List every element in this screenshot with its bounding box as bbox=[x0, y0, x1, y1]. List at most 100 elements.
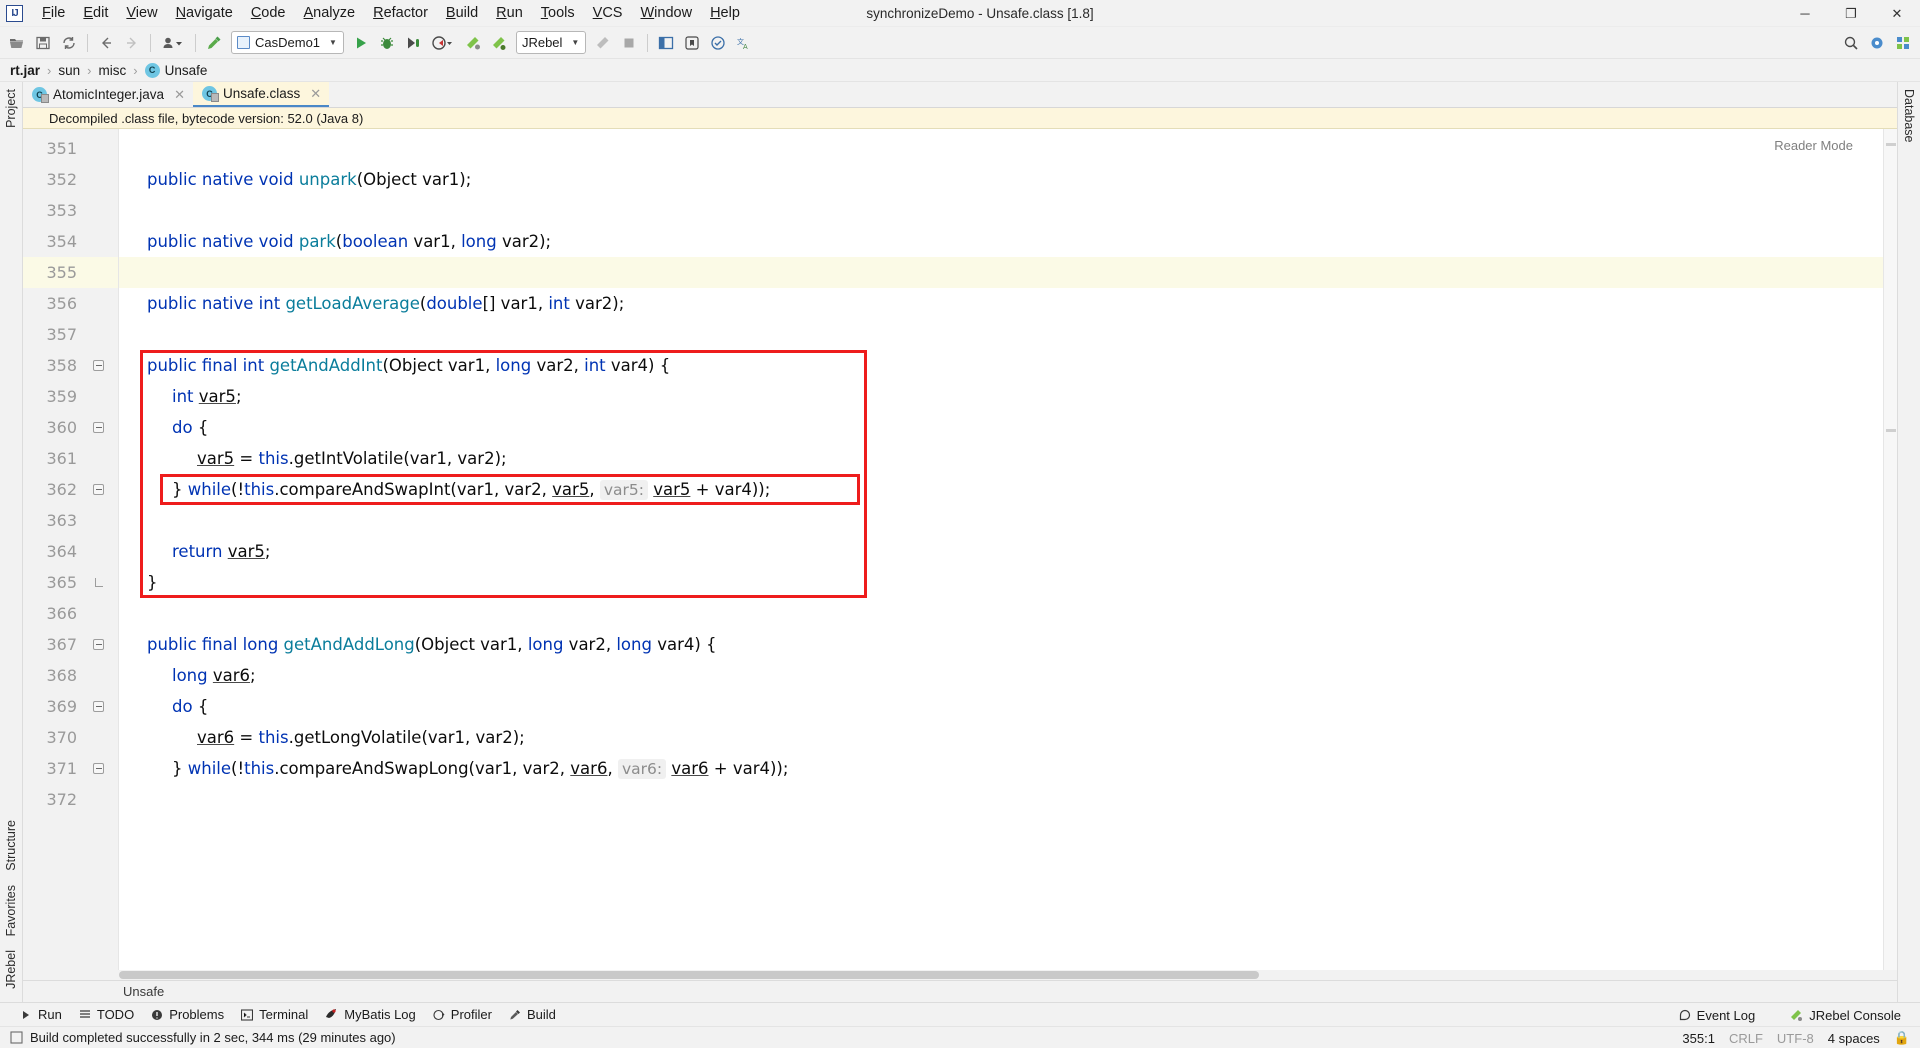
tool-window-terminal[interactable]: Terminal bbox=[235, 1005, 319, 1024]
code-fold-start-icon[interactable] bbox=[93, 422, 104, 433]
gutter-line-369[interactable]: 369 bbox=[23, 691, 118, 722]
lock-icon[interactable]: 🔒 bbox=[1894, 1030, 1910, 1046]
tool-window-todo[interactable]: TODO bbox=[73, 1005, 145, 1024]
sync-icon[interactable] bbox=[56, 30, 82, 56]
sidebar-item-database[interactable]: Database bbox=[1899, 82, 1919, 150]
reader-mode-label[interactable]: Reader Mode bbox=[1774, 138, 1853, 153]
editor-tab-unsafe[interactable]: C Unsafe.class ✕ bbox=[192, 82, 330, 107]
code-line-353[interactable] bbox=[119, 195, 1883, 226]
run-coverage-icon[interactable] bbox=[400, 30, 426, 56]
gutter-line-372[interactable]: 372 bbox=[23, 784, 118, 815]
code-line-371[interactable]: } while (! this .compareAndSwapLong(var1, v… bbox=[119, 753, 1883, 784]
code-line-368[interactable]: long var6; bbox=[119, 660, 1883, 691]
breadcrumb-item-misc[interactable]: misc bbox=[96, 63, 128, 78]
translate-icon[interactable]: 文A bbox=[731, 30, 757, 56]
gutter-line-366[interactable]: 366 bbox=[23, 598, 118, 629]
tool-window-mybatis-log[interactable]: MyBatis Log bbox=[319, 1005, 427, 1024]
gutter-line-351[interactable]: 351 bbox=[23, 133, 118, 164]
code-line-361[interactable]: var5 = this .getIntVolatile(var1, var2); bbox=[119, 443, 1883, 474]
gutter-line-371[interactable]: 371 bbox=[23, 753, 118, 784]
sidebar-item-favorites[interactable]: Favorites bbox=[1, 878, 21, 943]
close-icon[interactable]: ✕ bbox=[1874, 0, 1920, 27]
sidebar-item-jrebel[interactable]: JRebel bbox=[1, 943, 21, 996]
code-line-355[interactable] bbox=[119, 257, 1883, 288]
maximize-icon[interactable]: ❐ bbox=[1828, 0, 1874, 27]
indent-setting[interactable]: 4 spaces bbox=[1828, 1031, 1880, 1046]
settings-gear-icon[interactable] bbox=[1864, 30, 1890, 56]
forward-arrow-icon[interactable] bbox=[119, 30, 145, 56]
menu-item-refactor[interactable]: Refactor bbox=[364, 3, 437, 23]
jrebel-debug-icon[interactable] bbox=[486, 30, 512, 56]
code-line-359[interactable]: int var5; bbox=[119, 381, 1883, 412]
gutter-line-359[interactable]: 359 bbox=[23, 381, 118, 412]
file-encoding[interactable]: UTF-8 bbox=[1777, 1031, 1814, 1046]
error-stripe-markers[interactable] bbox=[1883, 129, 1897, 980]
run-configuration-selector[interactable]: CasDemo1 ▼ bbox=[231, 31, 344, 54]
tool-window-problems[interactable]: Problems bbox=[145, 1005, 235, 1024]
code-line-367[interactable]: public final long getAndAddLong (Object v… bbox=[119, 629, 1883, 660]
sidebar-item-structure[interactable]: Structure bbox=[1, 813, 21, 878]
code-line-356[interactable]: public native int getLoadAverage(double[… bbox=[119, 288, 1883, 319]
tool-window-jrebel-console[interactable]: JRebel Console bbox=[1784, 1006, 1912, 1025]
save-all-icon[interactable] bbox=[30, 30, 56, 56]
menu-item-file[interactable]: File bbox=[33, 3, 74, 23]
gutter-line-370[interactable]: 370 bbox=[23, 722, 118, 753]
code-line-354[interactable]: public native void park(boolean var1, lo… bbox=[119, 226, 1883, 257]
editor-gutter[interactable]: 351 352 353 354 355 356 357 358 359 360 361 362 363 3… bbox=[23, 129, 119, 980]
breadcrumb-item-unsafe[interactable]: C Unsafe bbox=[143, 62, 210, 78]
search-everywhere-icon[interactable] bbox=[1838, 30, 1864, 56]
code-fold-start-icon[interactable] bbox=[93, 763, 104, 774]
gutter-line-355[interactable]: 355 bbox=[23, 257, 118, 288]
menu-item-view[interactable]: View bbox=[117, 3, 166, 23]
menu-item-run[interactable]: Run bbox=[487, 3, 532, 23]
code-line-363[interactable] bbox=[119, 505, 1883, 536]
code-line-360[interactable]: do { bbox=[119, 412, 1883, 443]
close-icon[interactable]: ✕ bbox=[174, 87, 185, 103]
editor-tab-atomicinteger[interactable]: C AtomicInteger.java ✕ bbox=[23, 82, 193, 107]
gutter-line-357[interactable]: 357 bbox=[23, 319, 118, 350]
code-fold-start-icon[interactable] bbox=[93, 639, 104, 650]
tool-window-event-log[interactable]: Event Log bbox=[1673, 1006, 1767, 1025]
build-hammer-icon[interactable] bbox=[201, 30, 227, 56]
gutter-line-363[interactable]: 363 bbox=[23, 505, 118, 536]
update-app-icon[interactable] bbox=[590, 30, 616, 56]
code-line-365[interactable]: } bbox=[119, 567, 1883, 598]
menu-item-tools[interactable]: Tools bbox=[532, 3, 584, 23]
notifications-icon[interactable] bbox=[1890, 30, 1916, 56]
jrebel-selector[interactable]: JRebel ▼ bbox=[515, 31, 587, 54]
code-line-351[interactable] bbox=[119, 133, 1883, 164]
code-line-370[interactable]: var6 = this .getLongVolatile(var1, var2); bbox=[119, 722, 1883, 753]
close-icon[interactable]: ✕ bbox=[310, 86, 321, 102]
code-line-358[interactable]: public final int getAndAddInt (Object var… bbox=[119, 350, 1883, 381]
back-arrow-icon[interactable] bbox=[93, 30, 119, 56]
menu-item-navigate[interactable]: Navigate bbox=[167, 3, 242, 23]
code-line-366[interactable] bbox=[119, 598, 1883, 629]
inspection-icon[interactable] bbox=[705, 30, 731, 56]
menu-item-analyze[interactable]: Analyze bbox=[295, 3, 365, 23]
gutter-line-360[interactable]: 360 bbox=[23, 412, 118, 443]
run-icon[interactable] bbox=[348, 30, 374, 56]
editor-horizontal-scrollbar[interactable] bbox=[23, 970, 1897, 980]
stop-icon[interactable] bbox=[616, 30, 642, 56]
menu-item-window[interactable]: Window bbox=[631, 3, 701, 23]
menu-item-edit[interactable]: Edit bbox=[74, 3, 117, 23]
gutter-line-365[interactable]: 365 bbox=[23, 567, 118, 598]
code-line-364[interactable]: return var5; bbox=[119, 536, 1883, 567]
gutter-line-364[interactable]: 364 bbox=[23, 536, 118, 567]
line-separator[interactable]: CRLF bbox=[1729, 1031, 1763, 1046]
tool-window-build[interactable]: Build bbox=[503, 1005, 567, 1024]
minimize-icon[interactable]: ─ bbox=[1782, 0, 1828, 27]
gutter-line-352[interactable]: 352 bbox=[23, 164, 118, 195]
profile-run-icon[interactable] bbox=[426, 30, 460, 56]
jrebel-run-icon[interactable] bbox=[460, 30, 486, 56]
breadcrumb-item-sun[interactable]: sun bbox=[56, 63, 82, 78]
gutter-line-358[interactable]: 358 bbox=[23, 350, 118, 381]
menu-item-help[interactable]: Help bbox=[701, 3, 749, 23]
editor-bottom-breadcrumb[interactable]: Unsafe bbox=[23, 980, 1897, 1002]
profile-dropdown-icon[interactable] bbox=[156, 30, 190, 56]
gutter-line-361[interactable]: 361 bbox=[23, 443, 118, 474]
gutter-line-368[interactable]: 368 bbox=[23, 660, 118, 691]
code-fold-start-icon[interactable] bbox=[93, 360, 104, 371]
code-line-357[interactable] bbox=[119, 319, 1883, 350]
code-line-362[interactable]: } while (! this .compareAndSwapInt(var1, va… bbox=[119, 474, 1883, 505]
